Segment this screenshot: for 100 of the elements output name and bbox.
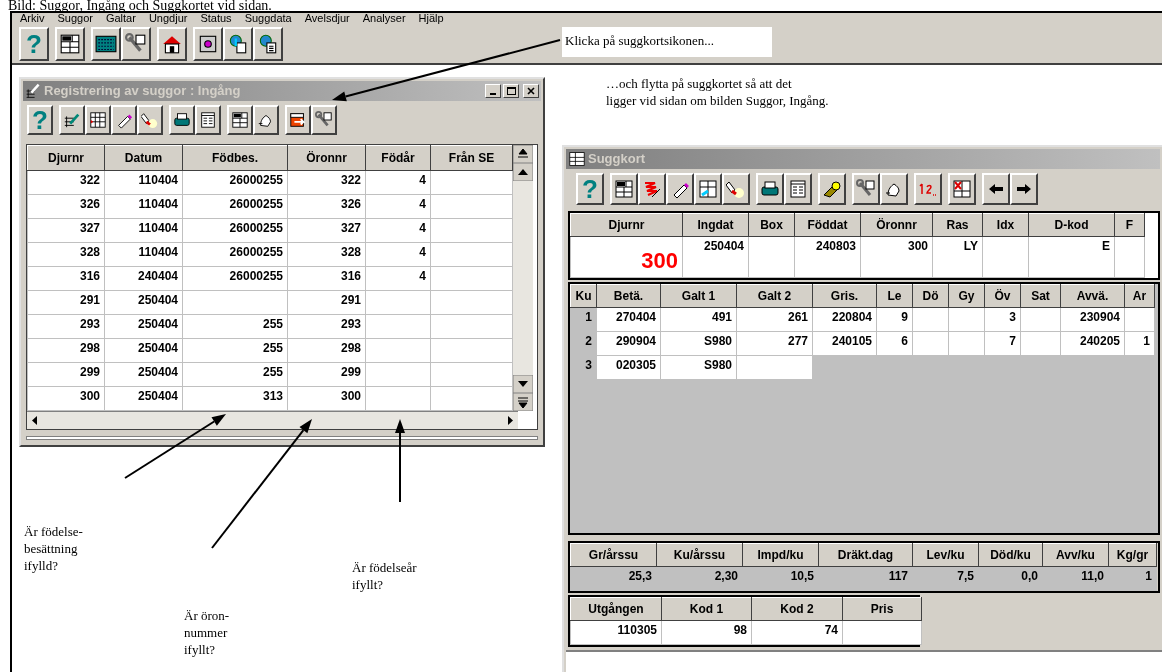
table-cell: 291 [27,290,105,315]
column-header[interactable]: Gy [948,284,985,308]
card-icon [568,151,586,167]
scroll-down-icon [513,375,533,393]
column-header[interactable]: Lev/ku [912,543,979,567]
column-header[interactable]: Avvä. [1060,284,1125,308]
toolbar-button[interactable] [59,105,85,135]
column-header[interactable]: F [1114,213,1145,237]
column-header[interactable]: Födår [365,145,431,171]
menu-item[interactable]: Galtar [105,13,136,25]
toolbar-button[interactable] [85,105,111,135]
grid-icon [89,111,107,129]
printer-icon [173,111,191,129]
column-header[interactable]: Djurnr [570,213,683,237]
toolbar-button[interactable] [784,173,812,205]
column-header[interactable]: Betä. [596,284,661,308]
table-cell: 240803 [794,236,861,278]
column-header[interactable]: Datum [104,145,183,171]
column-header[interactable]: Dö [912,284,949,308]
column-header[interactable]: Gris. [812,284,877,308]
toolbar-button[interactable] [880,173,908,205]
column-header[interactable]: D-kod [1028,213,1115,237]
scroll-up-icon [513,163,533,181]
toolbar-button[interactable] [610,173,638,205]
toolbar-button[interactable] [137,105,163,135]
column-header[interactable]: Öv [984,284,1021,308]
menu-item[interactable]: Avelsdjur [304,13,350,25]
toolbar-button[interactable] [195,105,221,135]
menu-item[interactable]: Arkiv [20,13,45,25]
toolbar-button[interactable] [227,105,253,135]
column-header[interactable]: Kod 2 [751,597,843,621]
column-header[interactable]: Död/ku [978,543,1043,567]
menu-item[interactable]: Suggor [57,13,93,25]
column-header[interactable]: Öronnr [860,213,933,237]
toolbar-button[interactable] [694,173,722,205]
column-header[interactable]: Gr/årssu [570,543,657,567]
menu-item[interactable]: Ungdjur [148,13,188,25]
column-header[interactable]: Avv/ku [1042,543,1109,567]
toolbar-button[interactable] [111,105,137,135]
menu-item[interactable]: Hjälp [418,13,444,25]
toolbar-button[interactable] [852,173,880,205]
column-header[interactable]: Impd/ku [742,543,819,567]
toolbar-button[interactable] [982,173,1010,205]
column-header[interactable]: Pris [842,597,922,621]
toolbar-button[interactable] [722,173,750,205]
toolbar-button[interactable] [311,105,337,135]
column-header[interactable]: Galt 1 [660,284,737,308]
column-header[interactable]: Ingdat [682,213,749,237]
toolbar-button[interactable] [157,27,187,61]
toolbar-button[interactable] [193,27,223,61]
column-header[interactable]: Kg/gr [1108,543,1157,567]
close-button[interactable] [523,84,539,98]
toolbar-button[interactable] [638,173,666,205]
column-header[interactable]: Utgången [570,597,662,621]
toolbar-button[interactable] [666,173,694,205]
column-header[interactable]: Ras [932,213,983,237]
menu-item[interactable]: Analyser [362,13,406,25]
table-cell: 328 [27,242,105,267]
vertical-scrollbar[interactable] [513,145,533,411]
close-icon [527,87,535,95]
toolbar-button[interactable] [914,173,942,205]
column-header[interactable]: Föddat [794,213,861,237]
toolbar-button[interactable] [756,173,784,205]
column-header[interactable]: Le [876,284,913,308]
key-tag-icon [822,179,842,199]
toolbar-button[interactable] [169,105,195,135]
column-header[interactable]: Djurnr [27,145,105,171]
column-header[interactable]: Öronnr [287,145,366,171]
minimize-button[interactable] [485,84,501,98]
toolbar-button[interactable] [253,27,283,61]
toolbar-button[interactable] [121,27,151,61]
maximize-button[interactable] [503,84,519,98]
toolbar-button[interactable] [223,27,253,61]
column-header[interactable]: Ar [1124,284,1155,308]
menu-item[interactable]: Suggdata [244,13,292,25]
column-header[interactable]: Ku [570,284,597,308]
column-header[interactable]: Galt 2 [736,284,813,308]
wrench-icon [315,111,333,129]
toolbar-button[interactable] [55,27,85,61]
column-header[interactable]: Födbes. [182,145,288,171]
table-cell: E [1028,236,1115,278]
column-header[interactable]: Idx [982,213,1029,237]
toolbar-button[interactable] [818,173,846,205]
column-header[interactable]: Sat [1020,284,1061,308]
table-cell: 74 [751,620,843,645]
column-header[interactable]: Dräkt.dag [818,543,913,567]
toolbar-button[interactable] [253,105,279,135]
column-header[interactable]: Box [748,213,795,237]
toolbar-button[interactable] [948,173,976,205]
toolbar-button[interactable] [1010,173,1038,205]
column-header[interactable]: Ku/årssu [656,543,743,567]
table-cell: 110305 [570,620,662,645]
table-cell: 26000255 [182,218,288,243]
toolbar-button[interactable] [91,27,121,61]
menu-item[interactable]: Status [200,13,232,25]
horizontal-scrollbar[interactable] [27,411,518,429]
scroll-bottom-icon [513,393,533,411]
column-header[interactable]: Kod 1 [661,597,752,621]
table-cell: 300 [570,236,683,278]
toolbar-button[interactable] [285,105,311,135]
